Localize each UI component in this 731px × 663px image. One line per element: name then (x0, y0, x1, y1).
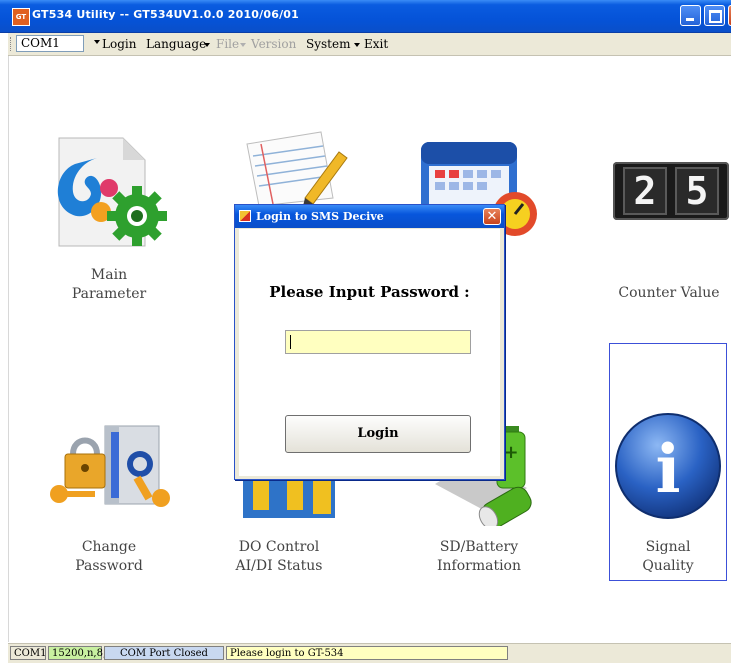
dialog-app-icon (239, 210, 251, 222)
status-settings: 15200,n,8,1 (48, 646, 113, 660)
menu-exit[interactable]: Exit (364, 37, 388, 51)
window-titlebar: GT GT534 Utility -- GT534UV1.0.0 2010/06… (0, 0, 731, 33)
info-glyph: i (655, 430, 680, 508)
menu-file[interactable]: File (216, 37, 239, 51)
password-input[interactable] (285, 330, 471, 354)
chevron-down-icon (354, 43, 360, 47)
dialog-close-button[interactable]: ✕ (483, 208, 501, 225)
chevron-down-icon[interactable] (94, 40, 100, 44)
info-icon: i (615, 413, 721, 519)
counter-digit: 5 (675, 167, 719, 215)
login-dialog: Login to SMS Decive ✕ Please Input Passw… (234, 204, 505, 480)
tile-label: SD/Battery Information (436, 539, 522, 574)
tile-label: Counter Value (618, 285, 720, 301)
svg-text:+: + (503, 442, 518, 463)
menu-bar: COM1 Login Language File Version System … (8, 33, 731, 56)
tile-label: Signal Quality (642, 539, 694, 574)
lock-key-icon (50, 425, 170, 507)
tile-label: Main Parameter (71, 267, 147, 302)
dialog-titlebar: Login to SMS Decive ✕ (235, 205, 504, 228)
chevron-down-icon (240, 43, 246, 47)
status-message: Please login to GT-534 (226, 646, 508, 660)
menu-version[interactable]: Version (251, 37, 296, 51)
login-button[interactable]: Login (285, 415, 471, 453)
status-port: COM1 (10, 646, 46, 660)
dialog-body: Please Input Password : Login (239, 229, 500, 476)
menu-login[interactable]: Login (102, 37, 136, 51)
menu-system[interactable]: System (306, 37, 350, 51)
counter-digit: 2 (623, 167, 667, 215)
text-caret (290, 335, 291, 349)
tile-label: Change Password (75, 539, 143, 574)
toolbar-grip (10, 37, 13, 51)
counter-display-icon: 2 5 (613, 162, 729, 220)
tile-label: DO Control AI/DI Status (235, 539, 323, 574)
window-title: GT534 Utility -- GT534UV1.0.0 2010/06/01 (32, 8, 300, 21)
minimize-button[interactable] (680, 5, 701, 26)
notepad-pencil-icon (246, 131, 348, 206)
dialog-title: Login to SMS Decive (256, 210, 384, 223)
chevron-down-icon (204, 43, 210, 47)
gt534-app-icon: GT (12, 8, 30, 26)
com-port-select[interactable]: COM1 (16, 35, 84, 52)
settings-gear-icon (57, 137, 167, 247)
password-prompt: Please Input Password : (269, 283, 470, 301)
menu-language[interactable]: Language (146, 37, 206, 51)
status-bar: COM1 15200,n,8,1 COM Port Closed Please … (8, 643, 731, 663)
maximize-button[interactable] (704, 5, 725, 26)
status-port-state: COM Port Closed (104, 646, 224, 660)
